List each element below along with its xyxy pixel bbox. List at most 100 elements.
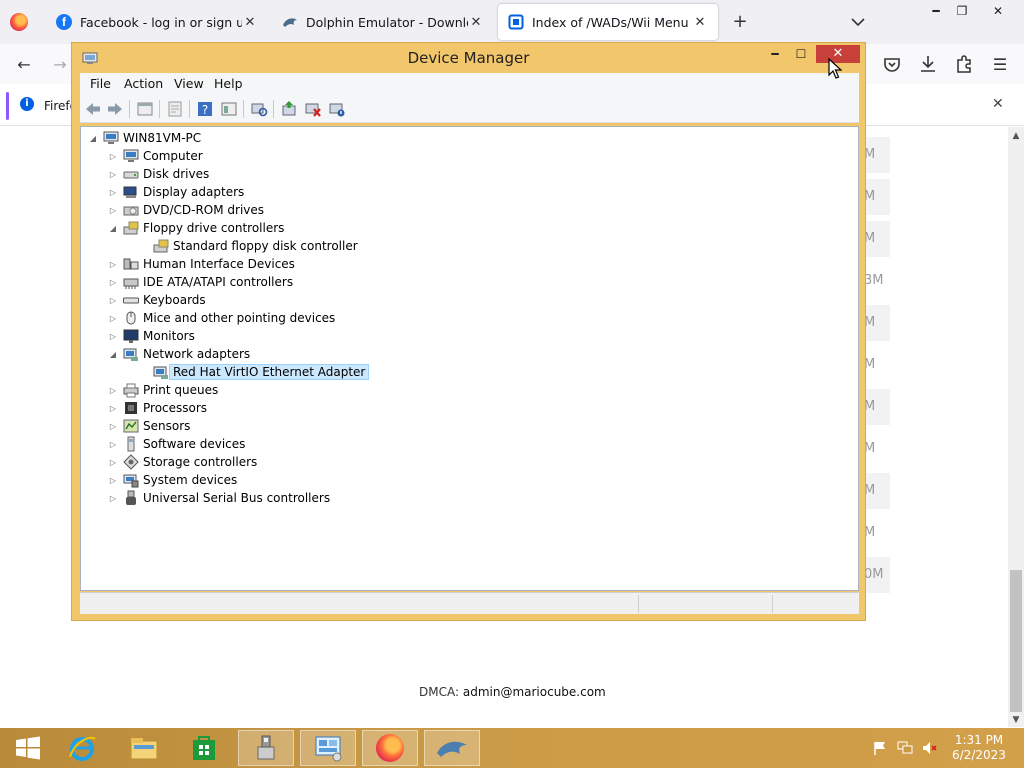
tree-root-label: WIN81VM-PC [123,131,202,145]
processor-icon [125,402,137,414]
maximize-button[interactable]: ☐ [790,45,812,65]
tab-close-icon[interactable]: ✕ [468,15,484,30]
device-manager-taskbar-button[interactable] [238,730,294,766]
menu-view[interactable]: View [174,76,204,91]
system-clock[interactable]: 1:31 PM 6/2/2023 [950,733,1008,763]
expand-arrow-icon[interactable]: ▷ [107,458,119,467]
expand-arrow-icon[interactable]: ▷ [107,314,119,323]
expand-arrow-icon[interactable]: ▷ [107,152,119,161]
browser-close-button[interactable]: ✕ [984,2,1012,20]
internet-explorer-button[interactable] [54,730,110,766]
tree-category-item[interactable]: ▷ DVD/CD-ROM drives [107,201,264,219]
start-button[interactable] [0,730,56,766]
expand-arrow-icon[interactable]: ▷ [107,296,119,305]
uninstall-device-icon[interactable] [304,100,322,118]
tree-category-item[interactable]: ▷ Human Interface Devices [107,255,295,273]
device-tree[interactable]: ◢ WIN81VM-PC ▷ Computer ▷ Disk drives ▷ Displ… [80,126,859,591]
dolphin-taskbar-button[interactable] [424,730,480,766]
tree-category-item[interactable]: ▷ IDE ATA/ATAPI controllers [107,273,293,291]
tab-index-wads[interactable]: Index of /WADs/Wii Menu ✕ [498,4,718,40]
scroll-down-icon[interactable]: ▼ [1010,714,1022,726]
menu-file[interactable]: File [90,76,111,91]
tree-child-item[interactable]: Standard floppy disk controller [137,237,358,255]
expand-arrow-icon[interactable]: ▷ [107,404,119,413]
tree-category-item[interactable]: ▷ System devices [107,471,237,489]
tree-category-item[interactable]: ▷ Keyboards [107,291,206,309]
action-center-flag-icon[interactable] [872,740,888,756]
properties-icon[interactable] [166,100,184,118]
scan-hardware-icon[interactable] [250,100,268,118]
disable-device-icon[interactable] [328,100,346,118]
firefox-taskbar-button[interactable] [362,730,418,766]
tree-item-label: Monitors [143,329,195,343]
app-menu-button[interactable]: ☰ [988,52,1012,76]
tree-root-node[interactable]: ◢ WIN81VM-PC [87,129,201,147]
tree-category-item[interactable]: ▷ Mice and other pointing devices [107,309,335,327]
dmca-email-link[interactable]: admin@mariocube.com [463,685,606,699]
tree-category-item[interactable]: ▷ Sensors [107,417,190,435]
expand-arrow-icon[interactable]: ▷ [107,440,119,449]
collapse-arrow-icon[interactable]: ◢ [107,350,119,359]
tree-category-item[interactable]: ◢ Network adapters [107,345,250,363]
expand-arrow-icon[interactable]: ▷ [107,206,119,215]
show-view-icon[interactable] [220,100,238,118]
tree-category-item[interactable]: ◢ Floppy drive controllers [107,219,285,237]
tab-facebook[interactable]: f Facebook - log in or sign up ✕ [46,4,268,40]
clock-time: 1:31 PM [954,733,1004,747]
expand-arrow-icon[interactable]: ▷ [107,476,119,485]
tree-category-item[interactable]: ▷ Software devices [107,435,245,453]
expand-arrow-icon[interactable]: ▷ [107,260,119,269]
tree-category-item[interactable]: ▷ Storage controllers [107,453,257,471]
tree-category-item[interactable]: ▷ Universal Serial Bus controllers [107,489,330,507]
expand-arrow-icon[interactable]: ▷ [107,422,119,431]
tree-category-item[interactable]: ▷ Disk drives [107,165,209,183]
file-explorer-button[interactable] [116,730,172,766]
minimize-button[interactable]: ━ [764,45,786,65]
volume-muted-icon[interactable] [921,740,937,756]
expand-arrow-icon[interactable]: ▷ [107,494,119,503]
collapse-arrow-icon[interactable]: ◢ [87,134,99,143]
tab-close-icon[interactable]: ✕ [692,15,708,30]
expand-arrow-icon[interactable]: ▷ [107,386,119,395]
firefox-menu-icon[interactable] [10,13,28,31]
network-icon[interactable] [897,740,913,756]
properties-sheet-icon[interactable] [136,100,154,118]
expand-arrow-icon[interactable]: ▷ [107,188,119,197]
expand-arrow-icon[interactable]: ▷ [107,278,119,287]
system-device-icon [123,474,139,488]
tab-close-icon[interactable]: ✕ [242,15,258,30]
tree-category-item[interactable]: ▷ Processors [107,399,207,417]
tree-category-item[interactable]: ▷ Computer [107,147,203,165]
browser-restore-button[interactable]: ❐ [948,2,976,20]
tree-child-item[interactable]: Red Hat VirtIO Ethernet Adapter [137,363,370,381]
forward-arrow-icon[interactable] [106,100,124,118]
expand-arrow-icon[interactable]: ▷ [107,170,119,179]
help-icon[interactable]: ? [196,100,214,118]
tree-category-item[interactable]: ▷ Monitors [107,327,195,345]
downloads-icon[interactable] [916,52,940,76]
pocket-icon[interactable] [880,52,904,76]
forward-button[interactable]: → [48,52,72,76]
tree-category-item[interactable]: ▷ Display adapters [107,183,244,201]
list-all-tabs-icon[interactable] [850,12,866,32]
scrollbar-thumb[interactable] [1010,570,1022,712]
scroll-up-icon[interactable]: ▲ [1010,130,1022,142]
back-button[interactable]: ← [12,52,36,76]
menu-action[interactable]: Action [124,76,163,91]
dmca-label: DMCA: [419,685,460,699]
update-driver-icon[interactable] [280,100,298,118]
browser-minimize-button[interactable]: ━ [922,2,950,20]
window-title-bar[interactable]: Device Manager ━ ☐ ✕ [72,43,865,73]
extensions-icon[interactable] [952,52,976,76]
new-tab-button[interactable]: + [730,10,750,34]
expand-arrow-icon[interactable]: ▷ [107,332,119,341]
control-panel-taskbar-button[interactable] [300,730,356,766]
menu-help[interactable]: Help [214,76,243,91]
tab-dolphin[interactable]: Dolphin Emulator - Download ✕ [272,4,494,40]
status-cell [772,595,859,613]
back-arrow-icon[interactable] [84,100,102,118]
store-button[interactable] [176,730,232,766]
notification-close-icon[interactable]: ✕ [992,96,1004,112]
tree-category-item[interactable]: ▷ Print queues [107,381,218,399]
collapse-arrow-icon[interactable]: ◢ [107,224,119,233]
